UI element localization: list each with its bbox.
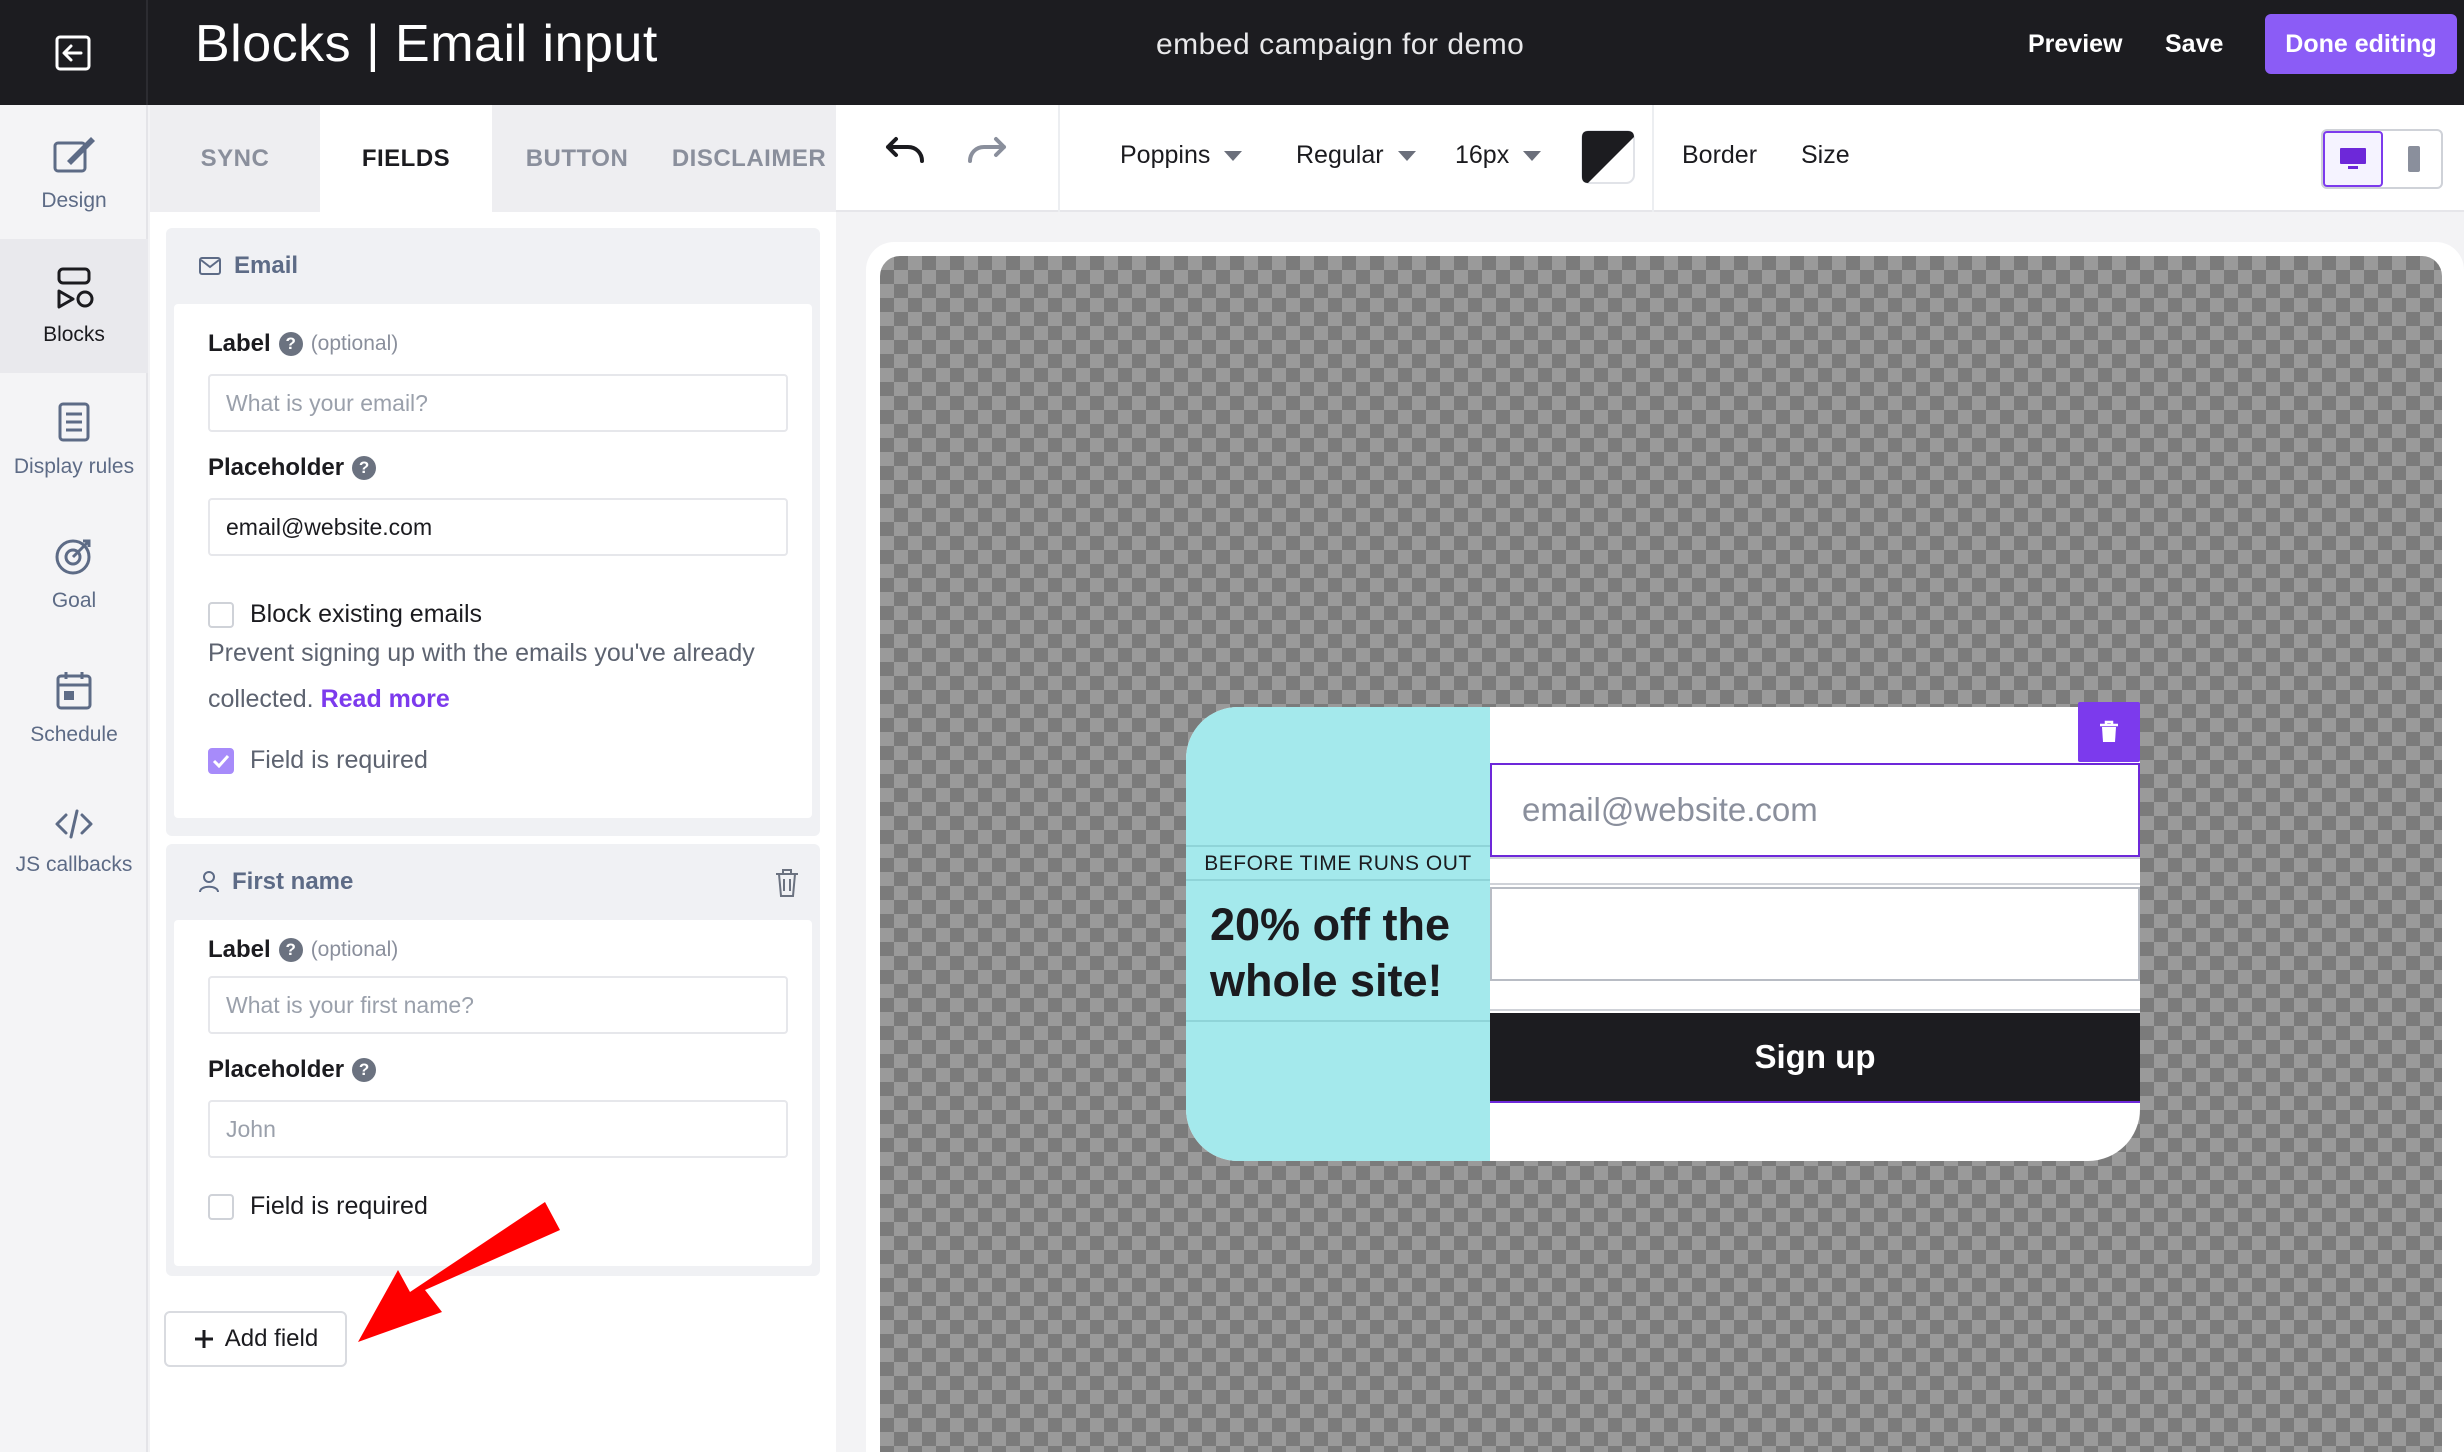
- help-icon[interactable]: ?: [278, 332, 303, 356]
- user-icon: [199, 871, 219, 893]
- font-family-select[interactable]: Poppins: [1120, 141, 1243, 170]
- nav-label: Design: [41, 189, 107, 212]
- chevron-down-icon: [1397, 150, 1416, 161]
- email-card-body: Label ? (optional) Placeholder ? Block e…: [174, 304, 812, 818]
- font-size-select[interactable]: 16px: [1455, 141, 1542, 170]
- email-card-header[interactable]: Email: [166, 228, 820, 304]
- email-required-checkbox[interactable]: [208, 747, 234, 774]
- block-existing-label: Block existing emails: [250, 600, 483, 628]
- desktop-icon: [2340, 148, 2366, 169]
- nav-item-blocks[interactable]: Blocks: [0, 239, 148, 373]
- code-icon: [55, 809, 93, 839]
- undo-icon: [886, 137, 924, 163]
- redo-icon: [968, 137, 1006, 163]
- email-placeholder-input[interactable]: [208, 498, 788, 556]
- block-existing-checkbox[interactable]: [208, 601, 234, 628]
- add-field-button[interactable]: Add field: [164, 1311, 347, 1367]
- blocks-icon: [57, 267, 94, 309]
- nav-item-design[interactable]: Design: [0, 105, 148, 239]
- nav-label: JS callbacks: [15, 853, 133, 876]
- nav-item-display-rules[interactable]: Display rules: [0, 373, 148, 507]
- read-more-link[interactable]: Read more: [321, 685, 450, 713]
- mobile-icon: [2408, 146, 2420, 172]
- plus-icon: [194, 1330, 213, 1348]
- nav-item-js-callbacks[interactable]: JS callbacks: [0, 775, 148, 909]
- email-field-card: Email Label ? (optional) Placeholder ? B…: [166, 228, 820, 836]
- exit-icon: [55, 35, 91, 70]
- firstname-label-input[interactable]: [208, 976, 788, 1034]
- nav-item-schedule[interactable]: Schedule: [0, 641, 148, 775]
- popup-headline[interactable]: 20% off the whole site!: [1210, 897, 1480, 1009]
- popup-pre-title[interactable]: BEFORE TIME RUNS OUT: [1186, 852, 1490, 876]
- calendar-icon: [56, 672, 92, 710]
- block-existing-row: Block existing emails: [208, 600, 482, 629]
- top-bar: Blocks | Email input embed campaign for …: [0, 0, 2464, 105]
- help-icon[interactable]: ?: [352, 456, 377, 480]
- preview-button[interactable]: Preview: [2028, 30, 2123, 59]
- page-title: Blocks | Email input: [195, 15, 658, 73]
- email-card-title: Email: [234, 252, 299, 279]
- help-icon[interactable]: ?: [352, 1058, 377, 1082]
- envelope-icon: [199, 257, 221, 275]
- firstname-card-header[interactable]: First name: [166, 844, 820, 920]
- delete-block-button[interactable]: [2078, 702, 2140, 762]
- email-label-input[interactable]: [208, 374, 788, 432]
- style-toolbar: Poppins Regular 16px Border Size: [836, 105, 2464, 212]
- save-button[interactable]: Save: [2165, 30, 2223, 59]
- tab-fields[interactable]: FIELDS: [320, 105, 492, 212]
- done-editing-button[interactable]: Done editing: [2265, 14, 2457, 74]
- email-placeholder-heading: Placeholder ?: [208, 454, 377, 482]
- nav-label: Schedule: [30, 723, 118, 746]
- font-family-value: Poppins: [1120, 141, 1211, 169]
- font-weight-select[interactable]: Regular: [1296, 141, 1416, 170]
- firstname-required-checkbox[interactable]: [208, 1193, 234, 1220]
- desktop-view-button[interactable]: [2323, 131, 2383, 187]
- annotation-arrow-icon: [358, 1202, 560, 1342]
- add-field-label: Add field: [224, 1325, 319, 1352]
- firstname-card-title: First name: [232, 868, 354, 895]
- email-label-heading: Label ? (optional): [208, 330, 399, 357]
- tab-button[interactable]: BUTTON: [492, 105, 662, 212]
- email-required-row: Field is required: [208, 746, 428, 775]
- email-required-label: Field is required: [250, 746, 428, 774]
- help-icon[interactable]: ?: [278, 938, 303, 962]
- exit-button[interactable]: [0, 0, 148, 105]
- nav-label: Blocks: [43, 323, 105, 346]
- undo-button[interactable]: [882, 133, 926, 173]
- design-icon: [53, 137, 95, 173]
- popup-preview[interactable]: BEFORE TIME RUNS OUT 20% off the whole s…: [1186, 707, 2140, 1161]
- campaign-name[interactable]: embed campaign for demo: [1156, 28, 1524, 62]
- firstname-placeholder-heading: Placeholder ?: [208, 1056, 377, 1084]
- border-button[interactable]: Border: [1682, 141, 1757, 170]
- chevron-down-icon: [1523, 150, 1542, 161]
- size-button[interactable]: Size: [1801, 141, 1850, 170]
- popup-signup-button[interactable]: Sign up: [1490, 1013, 2140, 1103]
- nav-label: Display rules: [13, 455, 135, 478]
- nav-label: Goal: [51, 589, 97, 612]
- font-weight-value: Regular: [1296, 141, 1384, 169]
- trash-icon[interactable]: [774, 868, 800, 898]
- popup-email-input[interactable]: email@website.com: [1490, 763, 2140, 857]
- target-icon: [55, 539, 91, 575]
- block-tabs: SYNC FIELDS BUTTON DISCLAIMER: [150, 105, 836, 212]
- tab-sync[interactable]: SYNC: [150, 105, 320, 212]
- block-existing-help: Prevent signing up with the emails you'v…: [208, 639, 755, 713]
- device-toggle: [2321, 129, 2443, 189]
- left-nav: Design Blocks Display rules Goal Schedul…: [0, 105, 148, 1452]
- checkmark-icon: [212, 754, 230, 768]
- mobile-view-button[interactable]: [2385, 131, 2443, 187]
- font-size-value: 16px: [1455, 141, 1510, 169]
- trash-icon: [2100, 720, 2118, 742]
- popup-firstname-input[interactable]: [1490, 887, 2140, 981]
- document-icon: [58, 402, 90, 442]
- color-swatch-icon: [1581, 130, 1635, 184]
- nav-item-goal[interactable]: Goal: [0, 507, 148, 641]
- firstname-placeholder-input[interactable]: [208, 1100, 788, 1158]
- redo-button[interactable]: [966, 133, 1010, 173]
- firstname-label-heading: Label ? (optional): [208, 936, 399, 963]
- tab-disclaimer[interactable]: DISCLAIMER: [662, 105, 836, 212]
- color-swatch[interactable]: [1580, 129, 1636, 185]
- chevron-down-icon: [1224, 150, 1243, 161]
